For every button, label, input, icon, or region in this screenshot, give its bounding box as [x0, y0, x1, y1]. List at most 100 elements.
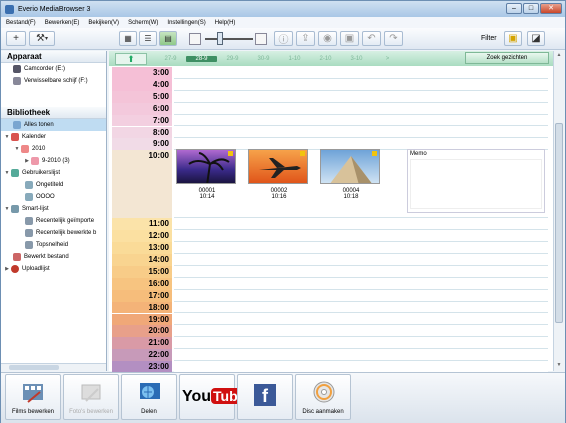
export-icon: ⇪: [301, 33, 310, 44]
zoom-thumb[interactable]: [217, 32, 223, 45]
sidebar-item-oooo[interactable]: OOOO: [1, 191, 106, 203]
zoom-slider[interactable]: [187, 32, 269, 46]
sidebar-item-upload-list[interactable]: ▶ Uploadlijst: [1, 263, 106, 275]
hour-lane[interactable]: [174, 114, 548, 127]
date-tab[interactable]: 3-10: [341, 56, 372, 62]
expand-down-icon[interactable]: ▼: [3, 167, 11, 179]
hour-lane[interactable]: [174, 254, 548, 266]
menu-help[interactable]: Help(H): [215, 20, 236, 26]
hour-label: 15:00: [112, 265, 172, 278]
add-button[interactable]: +: [6, 31, 26, 46]
sidebar-item-calendar[interactable]: ▼ Kalender: [1, 131, 106, 143]
wrench-icon: ⚒: [36, 33, 45, 44]
scroll-down-icon[interactable]: ▼: [555, 362, 563, 370]
edit-films-button[interactable]: Films bewerken: [5, 374, 61, 420]
hour-lane[interactable]: [174, 277, 548, 290]
date-tab[interactable]: 2-10: [310, 56, 341, 62]
close-button[interactable]: ✕: [540, 3, 562, 14]
zoom-track: [205, 38, 253, 40]
photo-item[interactable]: 00004 10:18: [320, 149, 382, 200]
youtube-button[interactable]: You Tube: [179, 374, 248, 420]
up-level-button[interactable]: ⬆: [115, 52, 147, 65]
scrollbar-thumb[interactable]: [9, 365, 59, 370]
hour-lane[interactable]: [174, 90, 548, 103]
hour-lane[interactable]: [174, 242, 548, 254]
create-disc-button[interactable]: Disc aanmaken: [295, 374, 351, 420]
date-tab[interactable]: >: [372, 56, 403, 62]
view-thumbnail-button[interactable]: ▦: [119, 31, 137, 46]
find-faces-button[interactable]: Zoek gezichten: [465, 52, 549, 64]
sidebar-item-recent-imported[interactable]: Recentelijk geïmporte: [1, 215, 106, 227]
sidebar-item-edited-file[interactable]: Bewerkt bestand: [1, 251, 106, 263]
menu-file[interactable]: Bestand(F): [6, 20, 36, 26]
expand-down-icon[interactable]: ▼: [13, 143, 21, 155]
sidebar-horizontal-scrollbar[interactable]: [1, 363, 106, 371]
date-tab[interactable]: 28-9: [186, 55, 217, 62]
scroll-up-icon[interactable]: ▲: [555, 52, 563, 60]
menu-view[interactable]: Bekijken(V): [88, 20, 119, 26]
share-button[interactable]: Delen: [121, 374, 177, 420]
hour-label: 16:00: [112, 277, 172, 290]
expand-down-icon[interactable]: ▼: [3, 203, 11, 215]
expand-down-icon[interactable]: ▼: [3, 131, 11, 143]
expand-right-icon[interactable]: ▶: [23, 155, 31, 167]
hour-lane[interactable]: [174, 218, 548, 231]
export-button[interactable]: ⇪: [296, 31, 315, 46]
sidebar-item-year[interactable]: ▼ 2010: [1, 143, 106, 155]
expand-right-icon[interactable]: ▶: [3, 263, 11, 275]
filter-button[interactable]: ▣: [504, 31, 522, 46]
hour-lane[interactable]: [174, 325, 548, 338]
photo-item[interactable]: 00001 10:14: [176, 149, 238, 200]
main-vertical-scrollbar[interactable]: ▲ ▼: [553, 51, 564, 371]
section-device: Apparaat: [1, 51, 106, 63]
facebook-button[interactable]: f: [237, 374, 293, 420]
info-button[interactable]: ⓘ: [274, 31, 293, 46]
hour-lane[interactable]: [174, 349, 548, 362]
plus-icon: +: [13, 33, 19, 44]
rotate-right-button[interactable]: ↷: [384, 31, 403, 46]
photo-item[interactable]: 00002 10:16: [248, 149, 310, 200]
thumbnail-palm[interactable]: [176, 149, 236, 184]
view-calendar-button[interactable]: ▤: [159, 31, 177, 46]
hour-lane[interactable]: [174, 289, 548, 302]
thumbnail-pyramid[interactable]: [320, 149, 380, 184]
tools-button[interactable]: ⚒ ▾: [29, 31, 55, 46]
camera-button[interactable]: ◉: [318, 31, 337, 46]
sidebar-item-removable-disk[interactable]: Verwisselbare schijf (F:): [1, 75, 106, 87]
sidebar-item-all[interactable]: Alles tonen: [1, 119, 106, 131]
hour-lane[interactable]: [174, 102, 548, 115]
sidebar-item-camcorder[interactable]: Camcorder (E:): [1, 63, 106, 75]
filter-edit-button[interactable]: ◪: [527, 31, 545, 46]
menu-edit[interactable]: Bewerken(E): [45, 20, 80, 26]
smartlist-icon: [11, 205, 19, 213]
sidebar-item-untitled[interactable]: Ongetiteld: [1, 179, 106, 191]
sidebar-item-recent-edited[interactable]: Recentelijk bewerkte b: [1, 227, 106, 239]
date-tab[interactable]: 30-9: [248, 56, 279, 62]
date-tab[interactable]: 27-9: [155, 56, 186, 62]
menu-screen[interactable]: Scherm(W): [128, 20, 158, 26]
hour-lane[interactable]: [174, 313, 548, 326]
hour-lane[interactable]: [174, 265, 548, 278]
date-tab[interactable]: 29-9: [217, 56, 248, 62]
date-tab[interactable]: 1-10: [279, 56, 310, 62]
maximize-button[interactable]: □: [523, 3, 539, 14]
minimize-button[interactable]: –: [506, 3, 522, 14]
sidebar-item-top-speed[interactable]: Topsnelheid: [1, 239, 106, 251]
thumbnail-airplane[interactable]: [248, 149, 308, 184]
sidebar-item-smartlist[interactable]: ▼ Smart-lijst: [1, 203, 106, 215]
memo-field[interactable]: [410, 159, 542, 209]
sidebar-item-userlist[interactable]: ▼ Gebruikerslijst: [1, 167, 106, 179]
edit-photos-button[interactable]: Foto's bewerken: [63, 374, 119, 420]
scrollbar-thumb[interactable]: [555, 123, 563, 323]
slideshow-button[interactable]: ▣: [340, 31, 359, 46]
hour-lane[interactable]: [174, 78, 548, 91]
hour-lane[interactable]: [174, 337, 548, 350]
view-list-button[interactable]: ☰: [139, 31, 157, 46]
menu-settings[interactable]: Instellingen(S): [167, 20, 205, 26]
rotate-left-button[interactable]: ↶: [362, 31, 381, 46]
hour-lane[interactable]: [174, 230, 548, 243]
hour-lane[interactable]: [174, 301, 548, 314]
hour-lane[interactable]: [174, 126, 548, 139]
sidebar-item-month[interactable]: ▶ 9-2010 (3): [1, 155, 106, 167]
hour-lane[interactable]: [174, 67, 548, 79]
